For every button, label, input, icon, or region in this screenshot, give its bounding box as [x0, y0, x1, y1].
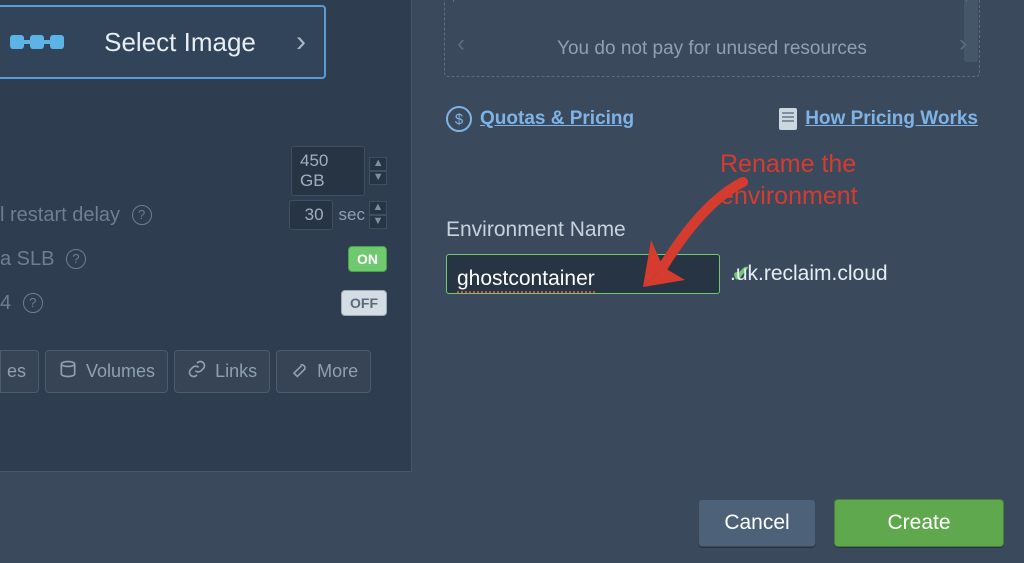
stepper-down-icon[interactable]: ▼ — [369, 215, 387, 229]
wrench-icon — [289, 359, 309, 384]
restart-delay-unit: sec — [339, 205, 365, 225]
ipv4-toggle[interactable]: OFF — [341, 290, 387, 316]
restart-delay-row: l restart delay ? 30 sec ▲ ▼ — [0, 193, 411, 237]
disk-setting-row: 450 GB ▲ ▼ — [0, 149, 411, 193]
node-settings: 450 GB ▲ ▼ l restart delay ? 30 sec — [0, 149, 411, 325]
create-button[interactable]: Create — [834, 499, 1004, 547]
disk-stepper[interactable]: ▲ ▼ — [369, 157, 387, 185]
usage-card: ‹ › You do not pay for unused resources — [444, 0, 980, 77]
left-panel: Select Image › 450 GB ▲ ▼ l restart dela… — [0, 0, 412, 472]
right-panel: ‹ › You do not pay for unused resources … — [432, 0, 992, 470]
select-image-label: Select Image — [64, 27, 296, 58]
slb-label: a SLB ? — [0, 248, 348, 271]
restart-delay-label: l restart delay ? — [0, 204, 277, 227]
restart-delay-value: 30 — [289, 200, 333, 230]
environment-name-label: Environment Name — [446, 218, 626, 242]
disk-value: 450 GB — [291, 146, 365, 196]
restart-delay-spinner[interactable]: 30 sec ▲ ▼ — [277, 200, 387, 230]
ipv4-row: 4 ? OFF — [0, 281, 411, 325]
cancel-button[interactable]: Cancel — [698, 499, 816, 547]
stepper-up-icon[interactable]: ▲ — [369, 157, 387, 171]
environment-name-row: ghostcontainer ✔ .uk.reclaim.cloud — [446, 254, 888, 294]
dollar-icon: $ — [446, 106, 472, 132]
environment-name-field-wrap[interactable]: ghostcontainer ✔ — [446, 254, 720, 294]
tab-more[interactable]: More — [276, 350, 371, 393]
usage-scale — [453, 0, 967, 2]
dialog-footer: Cancel Create — [698, 499, 1004, 547]
topology-dialog: Select Image › 450 GB ▲ ▼ l restart dela… — [0, 0, 1024, 563]
stepper-down-icon[interactable]: ▼ — [369, 171, 387, 185]
disk-icon — [58, 359, 78, 384]
help-icon[interactable]: ? — [132, 205, 152, 225]
chevron-right-icon: › — [296, 25, 306, 59]
domain-suffix: .uk.reclaim.cloud — [730, 262, 888, 286]
tab-links[interactable]: Links — [174, 350, 270, 393]
unused-resources-note: You do not pay for unused resources — [445, 38, 979, 60]
select-image-row[interactable]: Select Image › — [0, 5, 326, 79]
help-icon[interactable]: ? — [66, 249, 86, 269]
slb-row: a SLB ? ON — [0, 237, 411, 281]
how-pricing-works-link[interactable]: How Pricing Works — [779, 108, 978, 130]
environment-name-input[interactable] — [457, 261, 732, 287]
link-icon — [187, 359, 207, 384]
slb-toggle[interactable]: ON — [348, 246, 387, 272]
quotas-pricing-link[interactable]: $ Quotas & Pricing — [446, 106, 634, 132]
help-icon[interactable]: ? — [23, 293, 43, 313]
pricing-links-row: $ Quotas & Pricing How Pricing Works — [446, 106, 978, 132]
stepper-up-icon[interactable]: ▲ — [369, 201, 387, 215]
restart-delay-stepper[interactable]: ▲ ▼ — [369, 201, 387, 229]
nodes-chain-icon — [10, 35, 64, 49]
disk-spinner[interactable]: 450 GB ▲ ▼ — [291, 146, 387, 196]
tab-variables[interactable]: es — [0, 350, 39, 393]
node-tabs: es Volumes Links More — [0, 350, 371, 393]
ipv4-label: 4 ? — [0, 292, 341, 315]
tab-volumes[interactable]: Volumes — [45, 350, 168, 393]
document-icon — [779, 108, 797, 130]
